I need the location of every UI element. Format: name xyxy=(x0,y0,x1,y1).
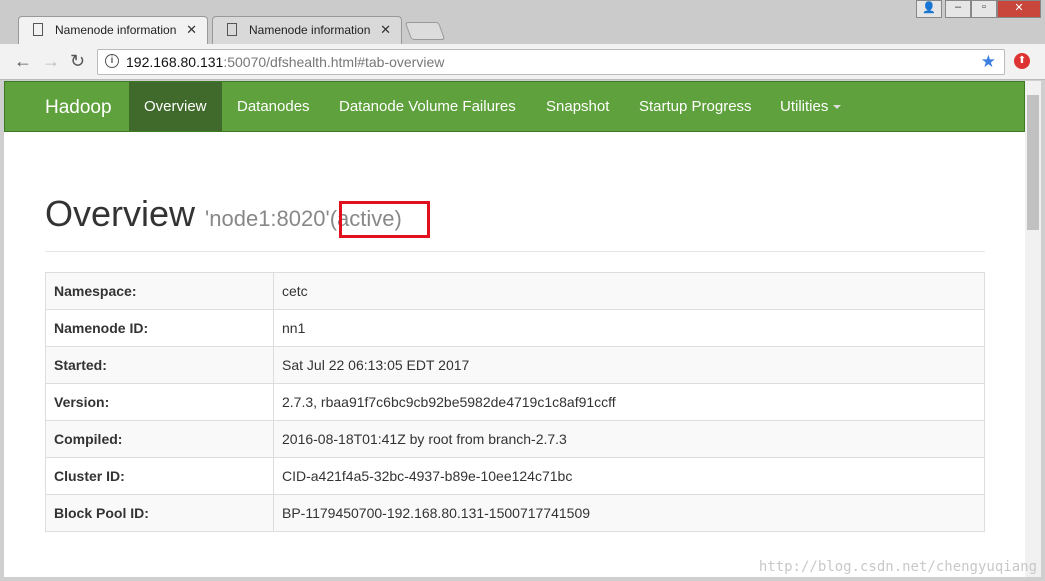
tab-title: Namenode information xyxy=(55,23,177,37)
nav-startup-progress[interactable]: Startup Progress xyxy=(624,82,767,131)
browser-tab-2[interactable]: Namenode information ✕ xyxy=(212,16,402,44)
bookmark-star-icon[interactable]: ★ xyxy=(981,52,996,72)
table-row: Started: Sat Jul 22 06:13:05 EDT 2017 xyxy=(45,346,985,384)
table-row: Block Pool ID: BP-1179450700-192.168.80.1… xyxy=(45,494,985,532)
table-row: Cluster ID: CID-a421f4a5-32bc-4937-b89e-1… xyxy=(45,457,985,495)
row-value: 2.7.3, rbaa91f7c6bc9cb92be5982de4719c1c8… xyxy=(273,383,985,421)
row-value: 2016-08-18T01:41Z by root from branch-2.… xyxy=(273,420,985,458)
tab-strip: Namenode information ✕ Namenode informati… xyxy=(0,0,1045,44)
row-label: Started: xyxy=(45,346,274,384)
nav-volume-failures[interactable]: Datanode Volume Failures xyxy=(324,82,531,131)
row-value: Sat Jul 22 06:13:05 EDT 2017 xyxy=(273,346,985,384)
close-icon[interactable]: ✕ xyxy=(380,22,391,38)
nav-datanodes[interactable]: Datanodes xyxy=(222,82,325,131)
browser-tab-1[interactable]: Namenode information ✕ xyxy=(18,16,208,44)
navbar: Hadoop Overview Datanodes Datanode Volum… xyxy=(4,81,1025,132)
url-host: 192.168.80.131 xyxy=(126,54,224,70)
forward-icon[interactable]: → xyxy=(42,51,60,72)
url-path: :50070/dfshealth.html#tab-overview xyxy=(223,54,445,70)
row-label: Block Pool ID: xyxy=(45,494,274,532)
document-icon xyxy=(33,23,43,36)
page-content: Hadoop Overview Datanodes Datanode Volum… xyxy=(4,81,1041,577)
table-row: Namespace: cetc xyxy=(45,272,985,310)
reload-icon[interactable]: ↻ xyxy=(70,51,85,72)
row-value: BP-1179450700-192.168.80.131-15007177415… xyxy=(273,494,985,532)
close-window-button[interactable]: ✕ xyxy=(997,0,1041,18)
row-label: Namespace: xyxy=(45,272,274,310)
row-label: Version: xyxy=(45,383,274,421)
nav-utilities-label: Utilities xyxy=(780,98,829,115)
row-value: CID-a421f4a5-32bc-4937-b89e-10ee124c71bc xyxy=(273,457,985,495)
maximize-button[interactable]: ▫ xyxy=(971,0,997,18)
scrollbar-thumb[interactable] xyxy=(1027,95,1039,230)
user-icon[interactable]: 👤 xyxy=(916,0,942,18)
back-icon[interactable]: ← xyxy=(14,51,32,72)
row-label: Cluster ID: xyxy=(45,457,274,495)
close-icon[interactable]: ✕ xyxy=(186,22,197,38)
title-text: Overview xyxy=(45,193,196,234)
minimize-button[interactable]: – xyxy=(945,0,971,18)
brand-logo[interactable]: Hadoop xyxy=(45,97,112,119)
highlight-box xyxy=(339,201,430,238)
row-value: nn1 xyxy=(273,309,985,347)
nav-snapshot[interactable]: Snapshot xyxy=(531,82,624,131)
address-bar[interactable]: i 192.168.80.131:50070/dfshealth.html#ta… xyxy=(97,49,1005,75)
document-icon xyxy=(227,23,237,36)
overview-table: Namespace: cetc Namenode ID: nn1 Started: Sat… xyxy=(45,272,985,532)
info-icon[interactable]: i xyxy=(105,54,119,68)
row-label: Compiled: xyxy=(45,420,274,458)
watermark: http://blog.csdn.net/chengyuqiang xyxy=(758,559,1037,575)
row-value: cetc xyxy=(273,272,985,310)
node-address: 'node1:8020' xyxy=(205,206,330,231)
scrollbar[interactable] xyxy=(1025,81,1041,577)
table-row: Compiled: 2016-08-18T01:41Z by root from … xyxy=(45,420,985,458)
nav-utilities[interactable]: Utilities xyxy=(765,82,856,131)
divider xyxy=(45,251,985,252)
caret-down-icon xyxy=(833,105,842,110)
nav-overview[interactable]: Overview xyxy=(129,82,222,131)
tab-title: Namenode information xyxy=(249,23,371,37)
table-row: Version: 2.7.3, rbaa91f7c6bc9cb92be5982de… xyxy=(45,383,985,421)
browser-toolbar: ← → ↻ i 192.168.80.131:50070/dfshealth.h… xyxy=(0,44,1045,80)
table-row: Namenode ID: nn1 xyxy=(45,309,985,347)
extension-icon[interactable]: ⬆ xyxy=(1014,53,1030,69)
new-tab-button[interactable] xyxy=(404,22,446,40)
row-label: Namenode ID: xyxy=(45,309,274,347)
